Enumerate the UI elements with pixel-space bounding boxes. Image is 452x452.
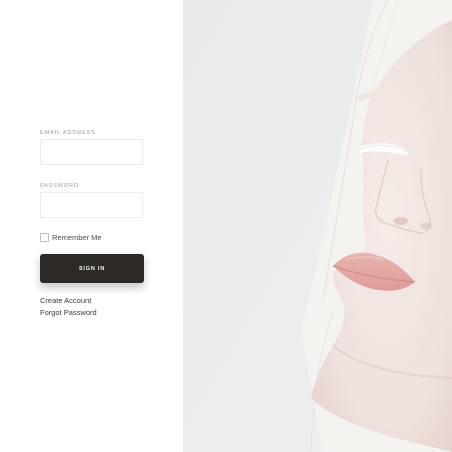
password-field[interactable] bbox=[40, 192, 143, 218]
sign-in-button[interactable]: SIGN IN bbox=[40, 254, 144, 283]
forgot-password-link[interactable]: Forgot Password bbox=[40, 308, 97, 317]
nostril bbox=[394, 217, 408, 225]
portrait-image bbox=[183, 0, 452, 452]
remember-me-toggle[interactable]: Remember Me bbox=[40, 233, 102, 242]
email-label: EMAIL ADDRESS bbox=[40, 130, 96, 136]
hero-photo bbox=[183, 0, 452, 452]
email-field[interactable] bbox=[40, 139, 143, 165]
password-label: PASSWORD bbox=[40, 183, 79, 189]
remember-me-checkbox[interactable] bbox=[40, 233, 49, 242]
login-page: EMAIL ADDRESS PASSWORD Remember Me SIGN … bbox=[0, 0, 452, 452]
create-account-link[interactable]: Create Account bbox=[40, 296, 91, 305]
login-form-panel: EMAIL ADDRESS PASSWORD Remember Me SIGN … bbox=[0, 0, 183, 452]
remember-me-label: Remember Me bbox=[52, 233, 102, 242]
